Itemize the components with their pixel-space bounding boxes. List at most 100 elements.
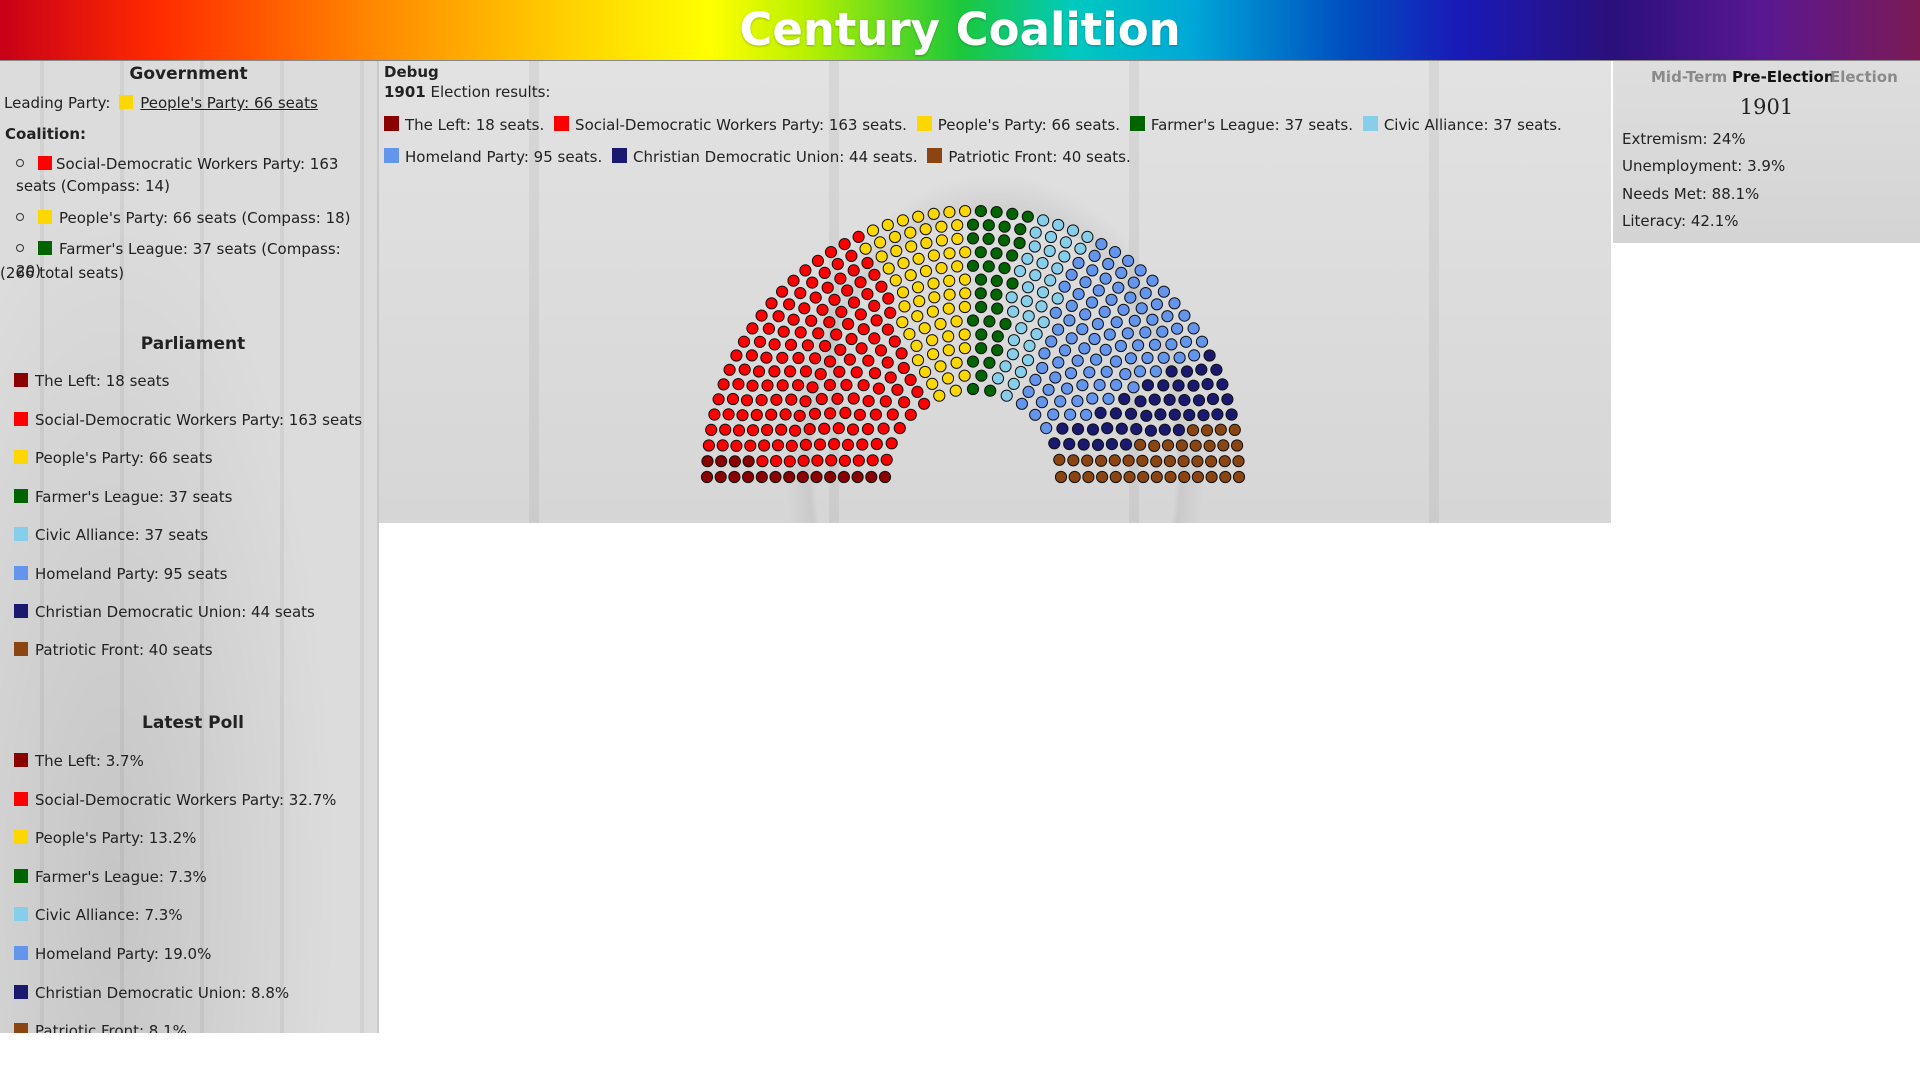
seat-pf: [1137, 470, 1150, 484]
seat-pf: [1175, 439, 1189, 452]
seat-hp: [1124, 352, 1138, 365]
seat-sdwp: [834, 272, 847, 285]
seat-hp: [1098, 305, 1111, 318]
seat-pp: [934, 317, 947, 331]
seat-pp: [951, 232, 964, 245]
tab-mid-term[interactable]: Mid-Term: [1651, 68, 1727, 86]
seat-hp: [1083, 366, 1096, 379]
seat-sdwp: [762, 322, 775, 335]
seat-ca: [1052, 218, 1065, 232]
seat-pp: [904, 269, 917, 282]
seat-hp: [1187, 322, 1200, 335]
party-swatch: [38, 210, 52, 224]
coalition-item-text: Social-Democratic Workers Party: 163 sea…: [16, 155, 339, 195]
seat-sdwp: [856, 438, 869, 451]
seat-cdu: [1195, 363, 1208, 376]
seat-sdwp: [825, 454, 838, 467]
parliament-item: The Left: 18 seats: [14, 371, 170, 391]
seat-hp: [1110, 378, 1123, 392]
seat-left: [755, 470, 768, 484]
party-swatch: [14, 792, 28, 806]
seat-cdu: [1124, 407, 1138, 420]
seat-sdwp: [765, 297, 778, 310]
seat-sdwp: [831, 257, 844, 271]
tab-pre-election[interactable]: Pre-Election: [1732, 68, 1835, 86]
seat-fl: [966, 259, 980, 272]
seat-cdu: [1063, 437, 1076, 451]
seat-hp: [1022, 385, 1035, 398]
seat-sdwp: [776, 285, 789, 298]
seat-sdwp: [852, 230, 865, 243]
poll-item: Christian Democratic Union: 8.8%: [14, 983, 289, 1003]
seat-hp: [1045, 335, 1058, 348]
seat-hp: [1146, 313, 1159, 326]
seat-left: [824, 470, 837, 484]
seat-hp: [1149, 365, 1163, 378]
seat-ca: [1029, 269, 1042, 282]
seat-sdwp: [809, 291, 822, 304]
seat-pp: [911, 281, 925, 294]
seat-sdwp: [723, 363, 736, 376]
parliament-item-text: Homeland Party: 95 seats: [35, 565, 228, 583]
seat-cdu: [1192, 394, 1206, 407]
seat-pp: [919, 265, 933, 278]
seat-ca: [999, 360, 1012, 373]
seat-sdwp: [888, 335, 901, 348]
seat-pp: [904, 226, 917, 239]
seat-sdwp: [898, 396, 911, 409]
seat-sdwp: [897, 361, 910, 375]
seat-sdwp: [868, 367, 882, 380]
poll-item: The Left: 3.7%: [14, 751, 144, 771]
seat-hp: [1072, 288, 1085, 301]
seat-cdu: [1180, 365, 1194, 378]
seat-ca: [1021, 281, 1035, 294]
status-panel: Mid-Term Pre-Election Election 1901 Extr…: [1613, 61, 1920, 243]
party-swatch: [14, 566, 28, 580]
seat-pp: [896, 214, 910, 227]
seat-sdwp: [824, 246, 838, 259]
seat-hp: [1122, 254, 1135, 267]
tab-election[interactable]: Election: [1830, 68, 1898, 86]
poll-item: People's Party: 13.2%: [14, 828, 196, 848]
seat-ca: [1036, 286, 1050, 299]
seat-pp: [958, 369, 971, 382]
seat-pp: [958, 328, 971, 341]
seat-hp: [1102, 257, 1115, 271]
seat-pp: [927, 277, 940, 290]
seat-pp: [942, 330, 955, 343]
seat-pp: [912, 252, 925, 265]
seat-sdwp: [737, 335, 751, 348]
seat-sdwp: [753, 335, 767, 348]
government-heading: Government: [129, 64, 248, 84]
seat-sdwp: [861, 288, 874, 301]
seat-pp: [935, 262, 948, 275]
seat-pp: [949, 384, 962, 397]
seat-left: [728, 470, 741, 484]
seat-sdwp: [812, 327, 825, 340]
seat-sdwp: [818, 422, 831, 435]
parliament-item: Civic Alliance: 37 seats: [14, 525, 208, 545]
seat-sdwp: [787, 274, 800, 287]
seat-ca: [1000, 389, 1013, 402]
seat-sdwp: [794, 287, 807, 300]
seat-pf: [1203, 439, 1216, 452]
seat-fl: [990, 247, 1003, 260]
seat-hp: [1171, 322, 1184, 335]
seat-pp: [882, 262, 895, 275]
seat-fl: [974, 287, 987, 300]
seat-sdwp: [845, 249, 858, 262]
seat-sdwp: [765, 408, 778, 421]
seat-pp: [875, 250, 888, 263]
leading-party-link[interactable]: People's Party: 66 seats: [140, 94, 318, 112]
seat-cdu: [1091, 438, 1105, 451]
seat-pp: [942, 302, 955, 315]
seat-sdwp: [830, 328, 843, 341]
seat-hp: [1072, 256, 1085, 270]
seat-hp: [1103, 328, 1116, 341]
seat-sdwp: [831, 392, 844, 405]
seat-fl: [966, 355, 980, 368]
seat-pf: [1219, 470, 1232, 484]
seat-sdwp: [740, 394, 754, 407]
seat-pp: [935, 220, 948, 233]
seat-sdwp: [787, 313, 800, 326]
